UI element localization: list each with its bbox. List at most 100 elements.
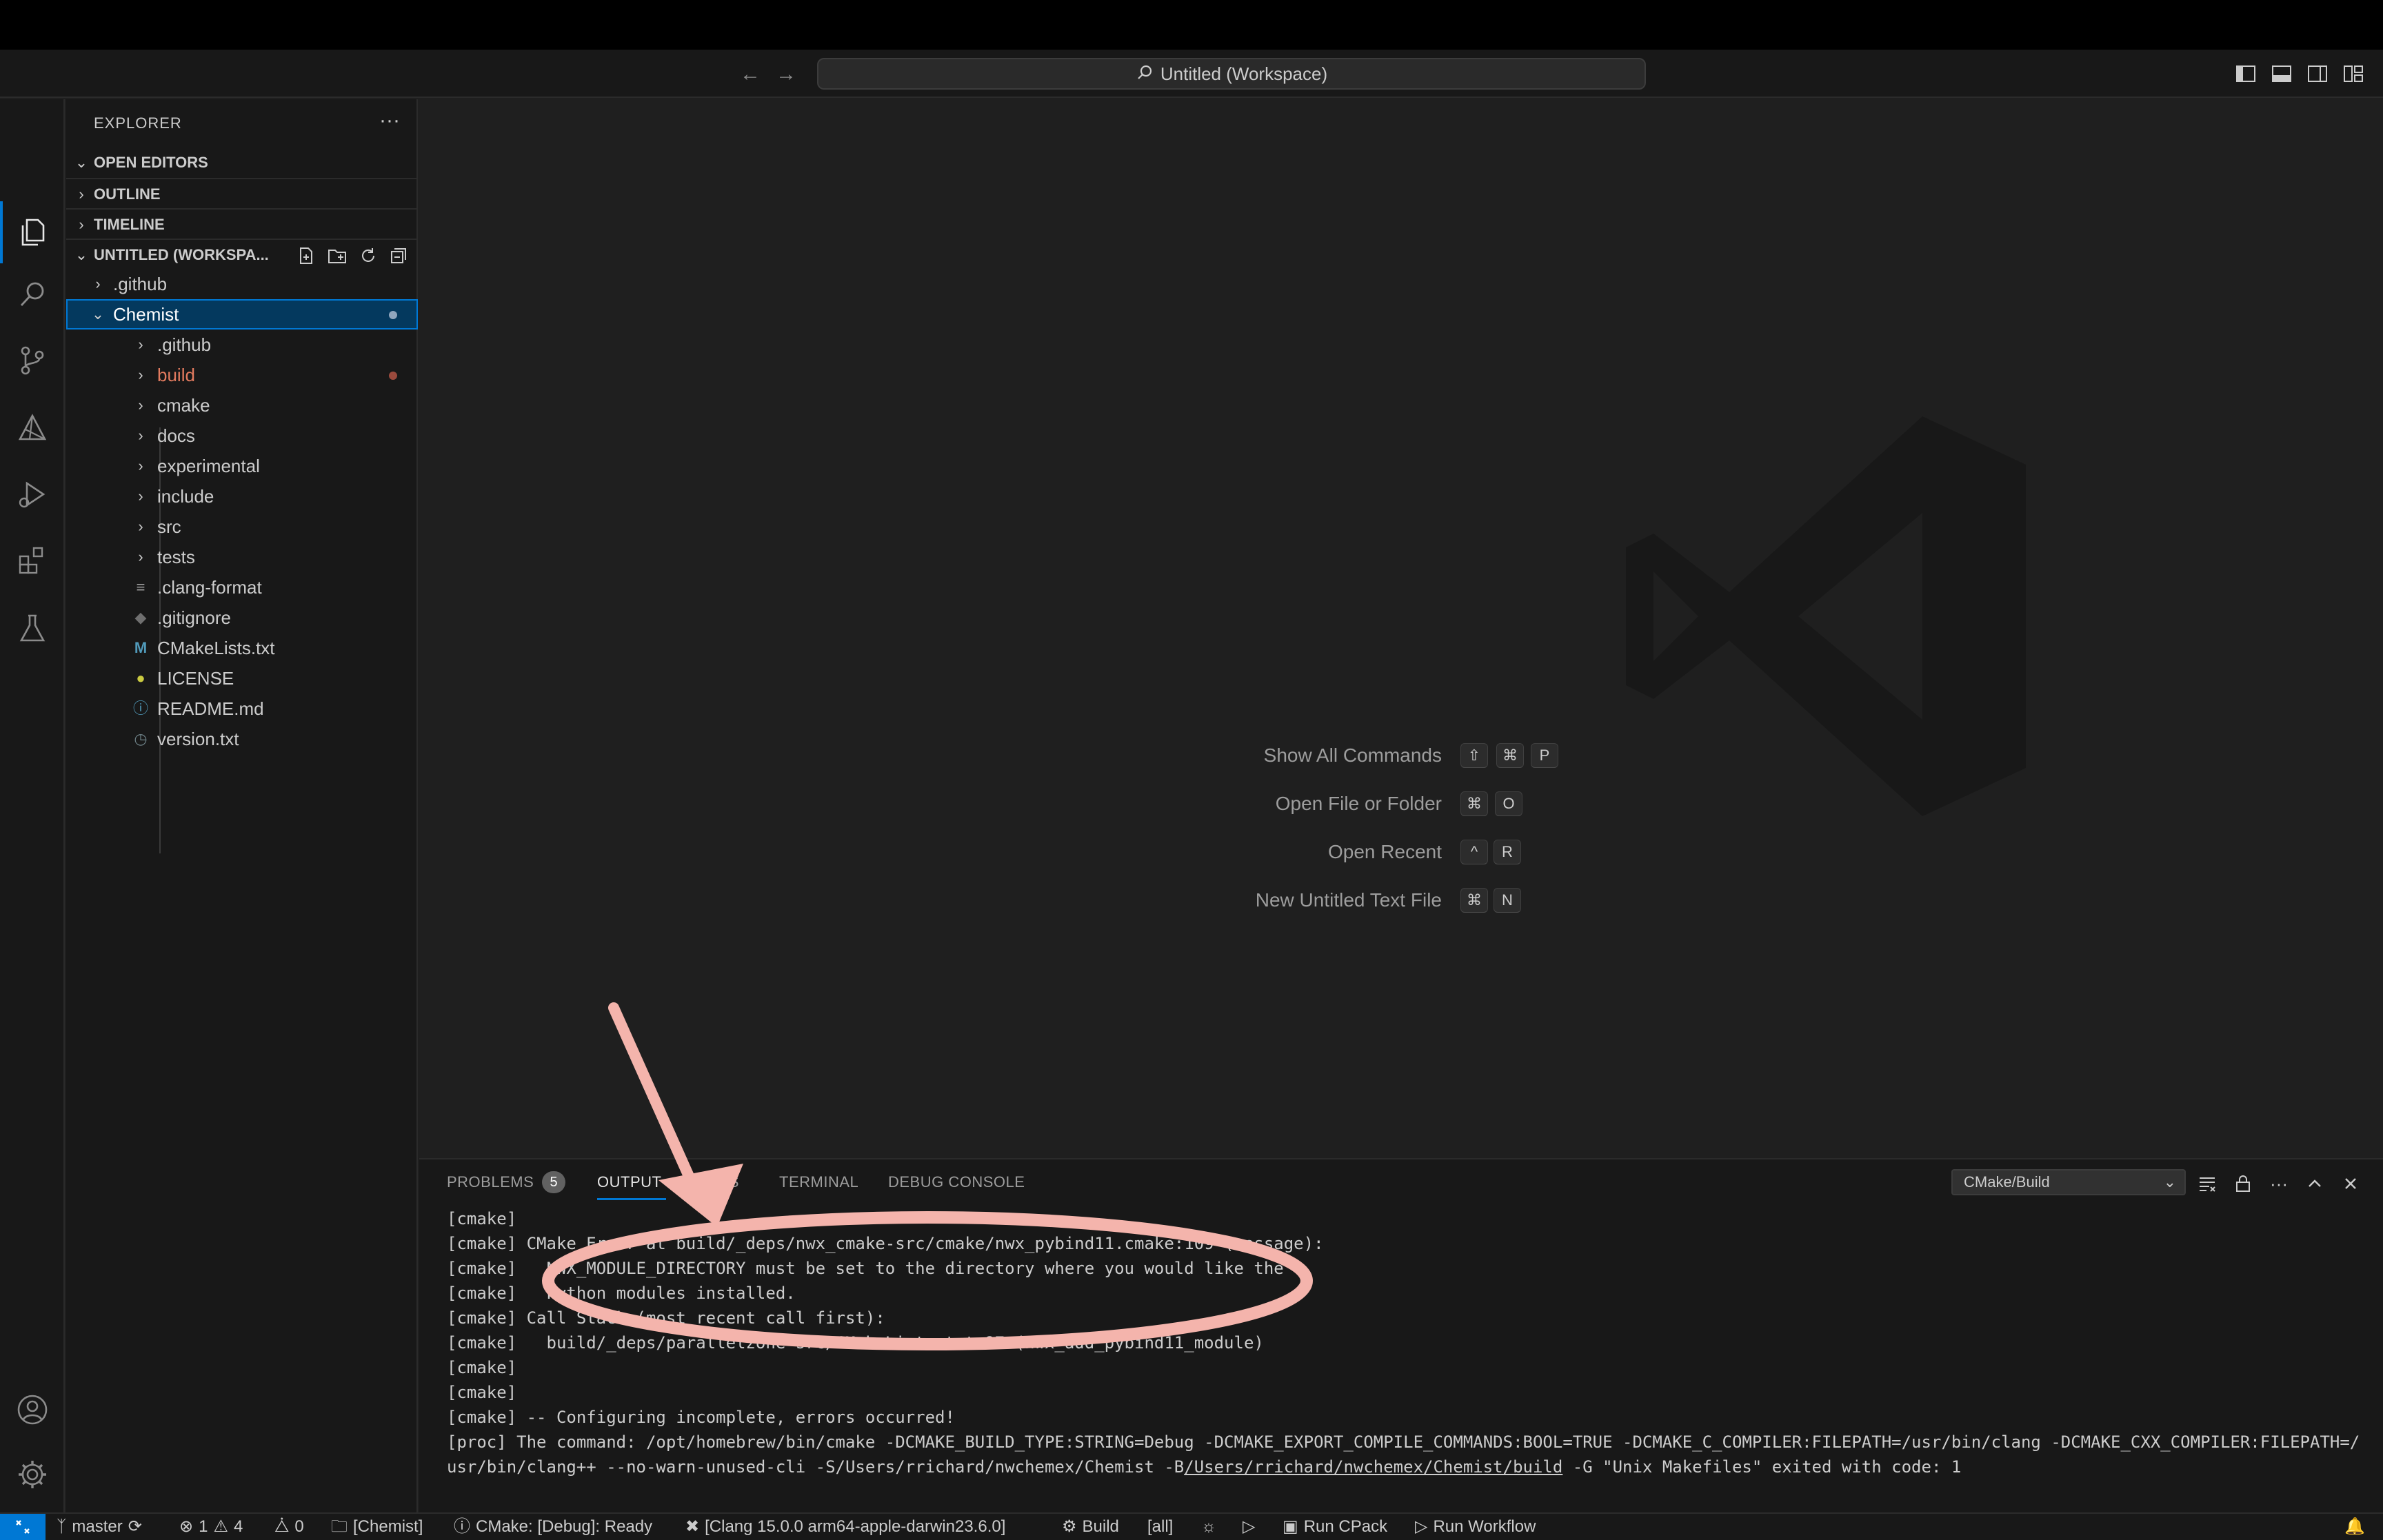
toggle-panel-icon[interactable]: [2270, 62, 2293, 85]
tree-file-cmakelists[interactable]: M CMakeLists.txt: [66, 633, 418, 663]
command-center[interactable]: Untitled (Workspace): [817, 58, 1646, 90]
toggle-secondary-sidebar-icon[interactable]: [2306, 62, 2329, 85]
tree-folder-include[interactable]: › include: [66, 481, 418, 511]
lock-icon[interactable]: [2231, 1172, 2255, 1195]
debug-bug-icon[interactable]: ☼: [1201, 1514, 1216, 1540]
tree-folder-github-nested[interactable]: › .github: [66, 330, 418, 360]
close-panel-icon[interactable]: [2339, 1172, 2362, 1195]
active-folder-status[interactable]: 🗀 [Chemist]: [331, 1514, 423, 1540]
chevron-right-icon: ›: [138, 487, 143, 505]
tree-folder-chemist[interactable]: ⌄ Chemist: [66, 299, 418, 330]
tree-folder-experimental[interactable]: › experimental: [66, 451, 418, 481]
vscode-logo-watermark: [1626, 416, 2026, 820]
tab-output[interactable]: OUTPUT: [597, 1173, 661, 1191]
key-cap: ⌘: [1496, 743, 1524, 768]
tab-ports[interactable]: PORTS: [685, 1173, 739, 1191]
forward-arrow-icon[interactable]: →: [772, 61, 800, 88]
run-cpack-button[interactable]: ▣ Run CPack: [1283, 1514, 1387, 1540]
problems-status[interactable]: ⊗ 1 ⚠ 4: [179, 1514, 243, 1540]
clear-output-icon[interactable]: [2195, 1172, 2219, 1195]
cmake-status[interactable]: ⓘ CMake: [Debug]: Ready: [454, 1514, 652, 1540]
tree-file-readme[interactable]: ⓘ README.md: [66, 693, 418, 724]
play-icon: ▷: [1415, 1517, 1428, 1536]
build-target[interactable]: [all]: [1147, 1514, 1173, 1540]
output-line: usr/bin/clang++ --no-warn-unused-cli -S/…: [447, 1457, 1962, 1477]
bottom-panel: PROBLEMS 5 OUTPUT PORTS TERMINAL DEBUG C…: [419, 1158, 2383, 1512]
remote-indicator-icon[interactable]: [0, 1514, 46, 1540]
chevron-down-icon: ⌄: [91, 305, 105, 323]
run-workflow-button[interactable]: ▷ Run Workflow: [1415, 1514, 1536, 1540]
editor-area: [419, 99, 2383, 1158]
key-cap: R: [1494, 840, 1521, 864]
source-control-icon[interactable]: [0, 330, 65, 392]
tree-folder-docs[interactable]: › docs: [66, 421, 418, 451]
settings-gear-icon[interactable]: [0, 1443, 65, 1506]
tab-debug-console[interactable]: DEBUG CONSOLE: [888, 1173, 1025, 1191]
tree-folder-build[interactable]: › build: [66, 360, 418, 390]
status-bar: ᛉ master ⟳ ⊗ 1 ⚠ 4 ⧊ 0 🗀 [Chemist] ⓘ CMa…: [0, 1512, 2383, 1540]
build-button[interactable]: ⚙ Build: [1062, 1514, 1119, 1540]
explorer-icon[interactable]: [0, 201, 65, 263]
notifications-bell-icon[interactable]: 🔔: [2344, 1514, 2365, 1540]
key-cap: ⌘: [1460, 791, 1488, 816]
license-icon: ●: [136, 669, 145, 687]
folder-icon: 🗀: [331, 1517, 348, 1536]
key-cap: ⇧: [1460, 743, 1488, 768]
hint-open-recent[interactable]: Open Recent: [1328, 841, 1442, 863]
output-line: [proc] The command: /opt/homebrew/bin/cm…: [447, 1432, 2360, 1452]
chevron-right-icon: ›: [138, 518, 143, 535]
tree-folder-cmake[interactable]: › cmake: [66, 390, 418, 421]
activity-bar: [0, 99, 65, 1512]
run-and-debug-icon[interactable]: [0, 463, 65, 525]
chevron-down-icon: ⌄: [74, 246, 88, 263]
run-play-icon[interactable]: ▷: [1243, 1514, 1255, 1540]
tree-file-version[interactable]: ◷ version.txt: [66, 724, 418, 754]
cmake-icon[interactable]: [0, 397, 65, 459]
tab-terminal[interactable]: TERMINAL: [779, 1173, 858, 1191]
section-open-editors[interactable]: ⌄ OPEN EDITORS: [66, 148, 418, 178]
toggle-primary-sidebar-icon[interactable]: [2234, 62, 2258, 85]
key-cap: ^: [1460, 840, 1488, 864]
sync-icon: ⟳: [128, 1517, 142, 1536]
tree-folder-github[interactable]: › .github: [66, 269, 418, 299]
modified-dot: [389, 311, 397, 319]
tree-file-gitignore[interactable]: ◆ .gitignore: [66, 602, 418, 633]
output-channel-select[interactable]: CMake/Build ⌄: [1951, 1169, 2186, 1195]
hint-new-untitled-text-file[interactable]: New Untitled Text File: [1256, 889, 1442, 911]
tab-problems[interactable]: PROBLEMS: [447, 1173, 534, 1191]
tree-folder-tests[interactable]: › tests: [66, 542, 418, 572]
key-cap: O: [1495, 791, 1522, 816]
tools-icon: ✖: [685, 1517, 700, 1536]
maximize-panel-icon[interactable]: [2303, 1172, 2326, 1195]
more-actions-icon[interactable]: ···: [379, 109, 400, 132]
section-workspace[interactable]: ⌄ UNTITLED (WORKSPA...: [66, 239, 418, 269]
key-cap: P: [1531, 743, 1558, 768]
more-actions-icon[interactable]: ···: [2267, 1172, 2291, 1195]
window-title: Untitled (Workspace): [1160, 63, 1328, 84]
ports-status[interactable]: ⧊ 0: [274, 1514, 304, 1540]
section-timeline[interactable]: › TIMELINE: [66, 208, 418, 239]
search-icon[interactable]: [0, 263, 65, 325]
tree-file-clang-format[interactable]: ≡ .clang-format: [66, 572, 418, 602]
customize-layout-icon[interactable]: [2342, 62, 2365, 85]
testing-flask-icon[interactable]: [0, 597, 65, 659]
accounts-icon[interactable]: [0, 1379, 65, 1441]
error-icon: ⊗: [179, 1517, 194, 1536]
hint-show-all-commands[interactable]: Show All Commands: [1264, 744, 1442, 767]
git-diamond-icon: ◆: [134, 609, 147, 626]
output-line: [cmake] NWX_MODULE_DIRECTORY must be set…: [447, 1259, 1284, 1278]
branch-status[interactable]: ᛉ master ⟳: [57, 1514, 142, 1540]
back-arrow-icon[interactable]: ←: [736, 61, 764, 88]
tree-file-license[interactable]: ● LICENSE: [66, 663, 418, 693]
output-line: [cmake] build/_deps/parallelzone-src/CMa…: [447, 1333, 1264, 1352]
problems-count-badge: 5: [542, 1171, 565, 1193]
top-bar: [0, 0, 2383, 50]
extensions-icon[interactable]: [0, 529, 65, 591]
info-icon: ⓘ: [132, 700, 148, 717]
sidebar-title: EXPLORER: [94, 114, 182, 132]
section-outline[interactable]: › OUTLINE: [66, 178, 418, 208]
hint-open-file-or-folder[interactable]: Open File or Folder: [1276, 793, 1442, 815]
build-path-link[interactable]: /Users/rrichard/nwchemex/Chemist/build: [1184, 1457, 1562, 1477]
tree-folder-src[interactable]: › src: [66, 511, 418, 542]
cmake-kit-status[interactable]: ✖ [Clang 15.0.0 arm64-apple-darwin23.6.0…: [685, 1514, 1005, 1540]
